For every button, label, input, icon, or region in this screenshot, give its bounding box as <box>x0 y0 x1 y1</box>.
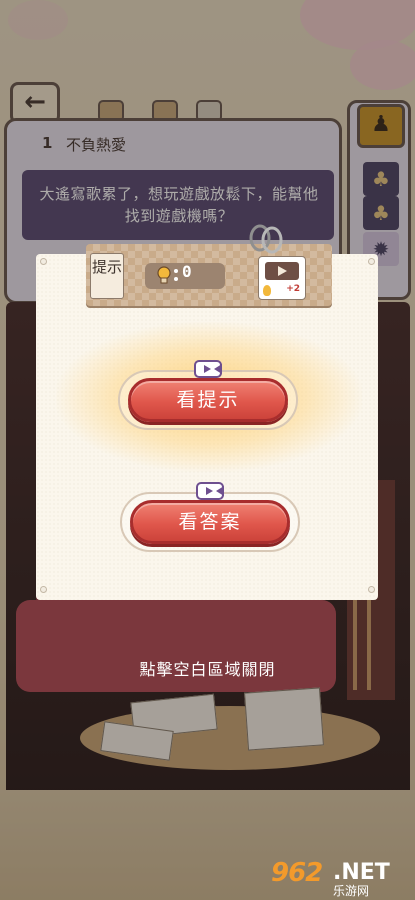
rivet <box>40 258 47 265</box>
lightbulb-icon <box>157 266 171 284</box>
watch-answer-button[interactable]: 看答案 <box>130 500 290 544</box>
video-reward-text: +2 <box>286 284 300 294</box>
hint-tab-label: 提示 <box>90 253 124 299</box>
site-watermark-logo: 962 .NET 乐游网 <box>271 856 407 898</box>
colon-icon <box>174 269 178 281</box>
watch-hint-button[interactable]: 看提示 <box>128 378 288 422</box>
rivet <box>368 258 375 265</box>
watermark-number: 962 <box>271 858 323 888</box>
close-instruction: 點擊空白區域關閉 <box>139 660 276 679</box>
play-icon <box>206 487 213 495</box>
play-icon <box>278 266 287 276</box>
hint-count-value: 0 <box>182 262 192 281</box>
play-icon <box>204 365 211 373</box>
rivet <box>368 586 375 593</box>
watermark-subtitle: 乐游网 <box>333 884 370 898</box>
rivet <box>40 586 47 593</box>
